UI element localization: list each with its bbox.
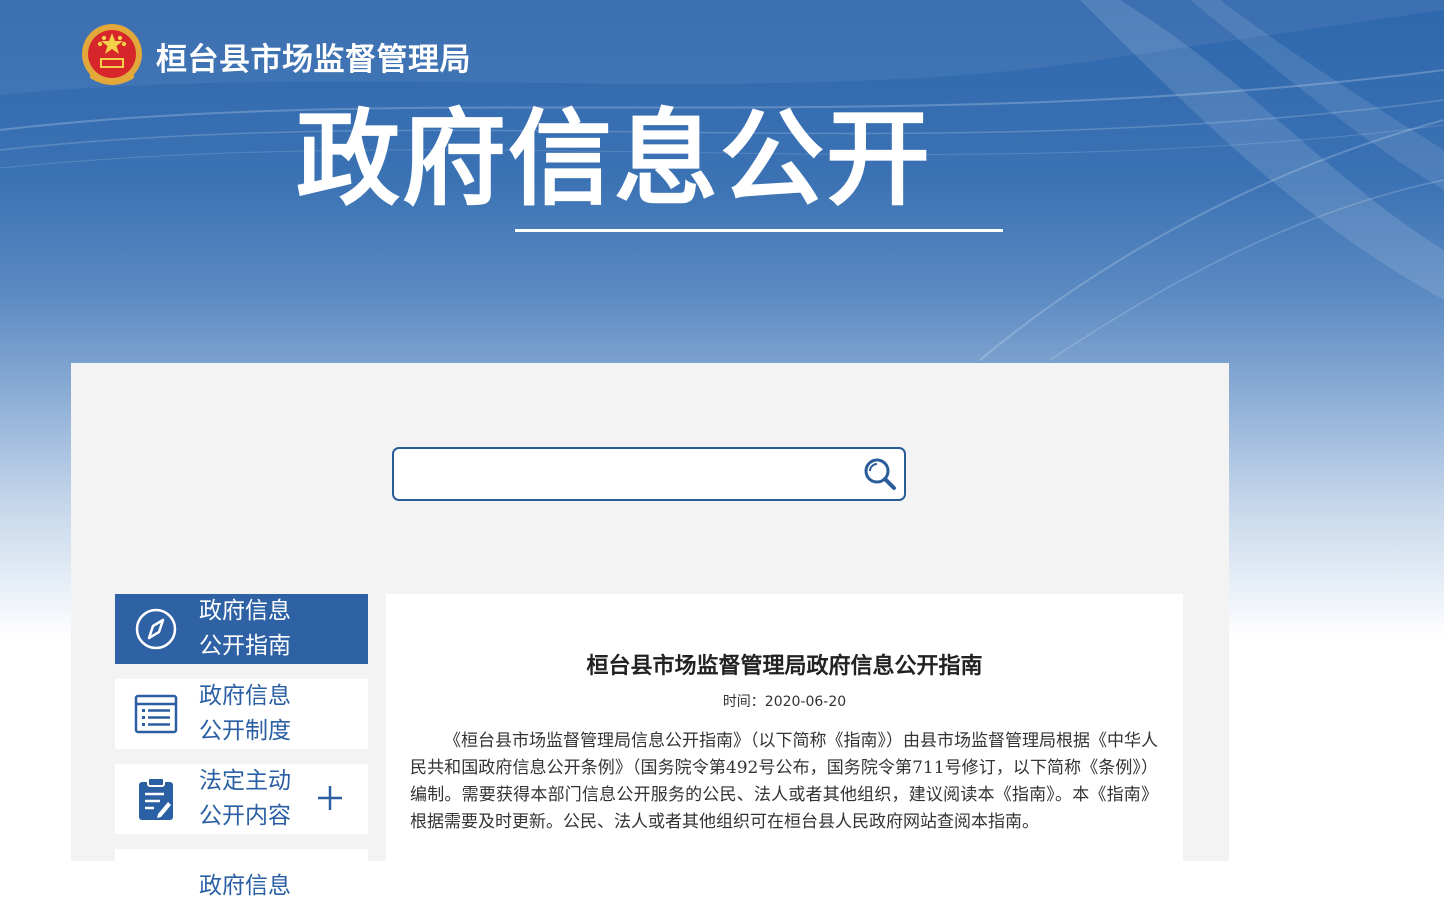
sidebar-item-label: 政府信息	[199, 872, 291, 899]
article-body: 《桓台县市场监督管理局信息公开指南》（以下简称《指南》）由县市场监督管理局根据《…	[410, 731, 1158, 832]
search-input[interactable]	[404, 457, 848, 491]
sidebar-item-label: 政府信息 公开制度	[199, 683, 291, 744]
sidebar-item-system[interactable]: 政府信息 公开制度	[115, 679, 368, 749]
national-emblem-icon	[82, 24, 142, 85]
sidebar-item-statutory[interactable]: 法定主动 公开内容	[115, 764, 368, 834]
clipboard-edit-icon	[134, 777, 178, 821]
sidebar-item-more[interactable]: 政府信息	[115, 849, 368, 919]
article-date: 时间：2020-06-20	[722, 694, 847, 710]
article-panel: 桓台县市场监督管理局政府信息公开指南 时间：2020-06-20 《桓台县市场监…	[386, 594, 1183, 861]
article-title: 桓台县市场监督管理局政府信息公开指南	[586, 654, 983, 679]
search-icon	[864, 458, 896, 490]
sidebar-item-label: 法定主动 公开内容	[199, 768, 291, 829]
site-name[interactable]: 桓台县市场监督管理局	[156, 34, 471, 79]
search-box	[392, 447, 906, 501]
hero-underline	[515, 229, 1003, 232]
search-button[interactable]	[860, 455, 900, 493]
main-panel: 政府信息 公开指南 政府信息 公开制度 法定主动 公开内容 政府信息 桓台县市场…	[71, 363, 1229, 919]
compass-icon	[134, 607, 178, 651]
site-header: 桓台县市场监督管理局	[80, 20, 471, 92]
list-document-icon	[134, 692, 178, 736]
sidebar-item-guide[interactable]: 政府信息 公开指南	[115, 594, 368, 664]
expand-plus-icon[interactable]	[316, 784, 344, 812]
sidebar-item-label: 政府信息 公开指南	[199, 598, 291, 659]
hero-title: 政府信息公开	[296, 98, 933, 220]
sidebar-item-icon	[134, 862, 178, 906]
